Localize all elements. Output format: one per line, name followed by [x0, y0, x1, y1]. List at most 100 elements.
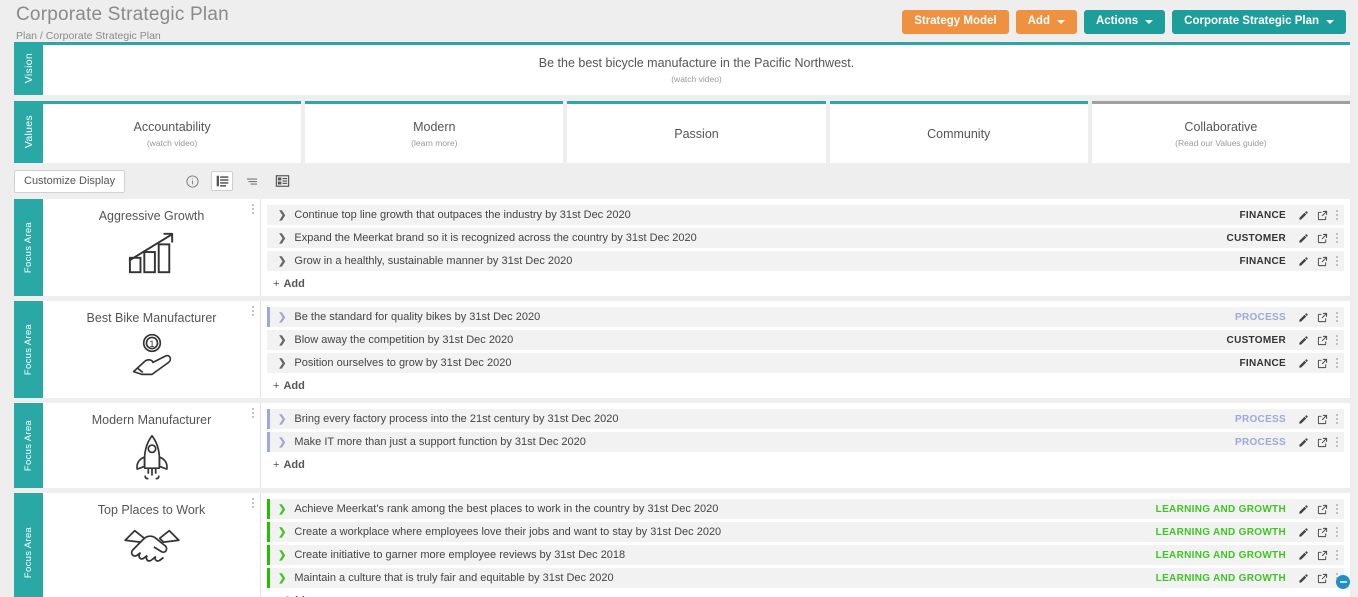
focus-area-tab: Focus Area: [14, 301, 43, 398]
open-external-icon[interactable]: [1317, 504, 1328, 515]
open-external-icon[interactable]: [1317, 312, 1328, 323]
edit-pencil-icon[interactable]: [1298, 504, 1309, 515]
objective-more-menu-icon[interactable]: [1336, 550, 1338, 560]
edit-pencil-icon[interactable]: [1298, 256, 1309, 267]
add-objective-link[interactable]: +Add: [267, 376, 1344, 394]
open-external-icon[interactable]: [1317, 335, 1328, 346]
objective-row[interactable]: ❯ Blow away the competition by 31st Dec 2…: [267, 330, 1344, 350]
open-external-icon[interactable]: [1317, 233, 1328, 244]
open-external-icon[interactable]: [1317, 437, 1328, 448]
edit-pencil-icon[interactable]: [1298, 573, 1309, 584]
chevron-right-icon[interactable]: ❯: [270, 504, 294, 515]
header-button-strategy-model[interactable]: Strategy Model: [902, 10, 1009, 34]
edit-pencil-icon[interactable]: [1298, 414, 1309, 425]
value-card-modern[interactable]: Modern (learn more): [305, 101, 564, 163]
open-external-icon[interactable]: [1317, 256, 1328, 267]
chevron-right-icon[interactable]: ❯: [270, 550, 294, 561]
focus-area-name: Best Bike Manufacturer: [86, 311, 217, 325]
objective-perspective: CUSTOMER: [1226, 232, 1286, 244]
vision-watch-video-link[interactable]: (watch video): [671, 74, 722, 84]
vision-card[interactable]: Be the best bicycle manufacture in the P…: [43, 42, 1350, 95]
value-card-community[interactable]: Community: [829, 101, 1088, 163]
open-external-icon[interactable]: [1317, 210, 1328, 221]
add-objective-link[interactable]: +Add: [267, 455, 1344, 473]
value-sublink[interactable]: (Read our Values guide): [1175, 138, 1267, 148]
handshake-icon: [121, 523, 183, 574]
focus-area-tab: Focus Area: [14, 493, 43, 597]
objective-row[interactable]: ❯ Be the standard for quality bikes by 31…: [267, 307, 1344, 327]
edit-pencil-icon[interactable]: [1298, 550, 1309, 561]
open-external-icon[interactable]: [1317, 414, 1328, 425]
bar-chart-growth-icon: [123, 229, 181, 282]
objective-row[interactable]: ❯ Bring every factory process into the 21…: [267, 409, 1344, 429]
info-icon[interactable]: [181, 171, 203, 191]
chevron-right-icon[interactable]: ❯: [270, 335, 294, 346]
chevron-right-icon[interactable]: ❯: [270, 414, 294, 425]
objective-row[interactable]: ❯ Make IT more than just a support functi…: [267, 432, 1344, 452]
open-external-icon[interactable]: [1317, 527, 1328, 538]
customize-display-button[interactable]: Customize Display: [14, 169, 126, 193]
chevron-right-icon[interactable]: ❯: [270, 210, 294, 221]
grid-view-icon[interactable]: [271, 171, 293, 191]
edit-pencil-icon[interactable]: [1298, 233, 1309, 244]
value-card-accountability[interactable]: Accountability (watch video): [43, 101, 302, 163]
open-external-icon[interactable]: [1317, 358, 1328, 369]
objective-row[interactable]: ❯ Achieve Meerkat's rank among the best p…: [267, 499, 1344, 519]
focus-area-more-menu-icon[interactable]: [252, 306, 254, 316]
objective-more-menu-icon[interactable]: [1336, 358, 1338, 368]
objective-row[interactable]: ❯ Expand the Meerkat brand so it is recog…: [267, 228, 1344, 248]
value-sublink[interactable]: (learn more): [411, 138, 457, 148]
objective-more-menu-icon[interactable]: [1336, 414, 1338, 424]
open-external-icon[interactable]: [1317, 550, 1328, 561]
chevron-right-icon[interactable]: ❯: [270, 312, 294, 323]
edit-pencil-icon[interactable]: [1298, 335, 1309, 346]
objective-more-menu-icon[interactable]: [1336, 210, 1338, 220]
focus-area-more-menu-icon[interactable]: [252, 498, 254, 508]
objective-row[interactable]: ❯ Create a workplace where employees love…: [267, 522, 1344, 542]
objective-text: Make IT more than just a support functio…: [294, 436, 586, 448]
chevron-right-icon[interactable]: ❯: [270, 527, 294, 538]
value-card-collaborative[interactable]: Collaborative (Read our Values guide): [1091, 101, 1351, 163]
header-button-add[interactable]: Add: [1015, 10, 1077, 34]
add-objective-link[interactable]: +Add: [267, 591, 1344, 597]
objective-row[interactable]: ❯ Maintain a culture that is truly fair a…: [267, 568, 1344, 588]
chevron-right-icon[interactable]: ❯: [270, 256, 294, 267]
edit-pencil-icon[interactable]: [1298, 210, 1309, 221]
objective-more-menu-icon[interactable]: [1336, 437, 1338, 447]
compact-view-icon[interactable]: [241, 171, 263, 191]
focus-area-card[interactable]: Best Bike Manufacturer 1: [43, 301, 261, 398]
value-sublink[interactable]: (watch video): [147, 138, 198, 148]
chevron-right-icon[interactable]: ❯: [270, 573, 294, 584]
objective-row[interactable]: ❯ Continue top line growth that outpaces …: [267, 205, 1344, 225]
objective-more-menu-icon[interactable]: [1336, 312, 1338, 322]
objective-more-menu-icon[interactable]: [1336, 527, 1338, 537]
focus-area-more-menu-icon[interactable]: [252, 204, 254, 214]
edit-pencil-icon[interactable]: [1298, 358, 1309, 369]
objective-more-menu-icon[interactable]: [1336, 233, 1338, 243]
focus-area-more-menu-icon[interactable]: [252, 408, 254, 418]
value-card-passion[interactable]: Passion: [567, 101, 826, 163]
open-external-icon[interactable]: [1317, 573, 1328, 584]
help-badge-icon[interactable]: [1336, 575, 1350, 589]
objective-row[interactable]: ❯ Position ourselves to grow by 31st Dec …: [267, 353, 1344, 373]
rocket-icon: [129, 433, 175, 488]
list-view-icon[interactable]: [211, 171, 234, 191]
chevron-right-icon[interactable]: ❯: [270, 437, 294, 448]
objective-row[interactable]: ❯ Create initiative to garner more employ…: [267, 545, 1344, 565]
edit-pencil-icon[interactable]: [1298, 527, 1309, 538]
focus-area-card[interactable]: Modern Manufacturer: [43, 403, 261, 488]
objective-row[interactable]: ❯ Grow in a healthly, sustainable manner …: [267, 251, 1344, 271]
header-button-corporate-strategic-plan[interactable]: Corporate Strategic Plan: [1172, 10, 1346, 34]
objective-more-menu-icon[interactable]: [1336, 335, 1338, 345]
objective-more-menu-icon[interactable]: [1336, 256, 1338, 266]
add-objective-link[interactable]: +Add: [267, 274, 1344, 292]
focus-area-card[interactable]: Top Places to Work: [43, 493, 261, 597]
edit-pencil-icon[interactable]: [1298, 437, 1309, 448]
objective-perspective: CUSTOMER: [1226, 334, 1286, 346]
chevron-right-icon[interactable]: ❯: [270, 233, 294, 244]
chevron-right-icon[interactable]: ❯: [270, 358, 294, 369]
objective-more-menu-icon[interactable]: [1336, 504, 1338, 514]
header-button-actions[interactable]: Actions: [1083, 10, 1166, 34]
focus-area-card[interactable]: Aggressive Growth: [43, 199, 261, 296]
edit-pencil-icon[interactable]: [1298, 312, 1309, 323]
